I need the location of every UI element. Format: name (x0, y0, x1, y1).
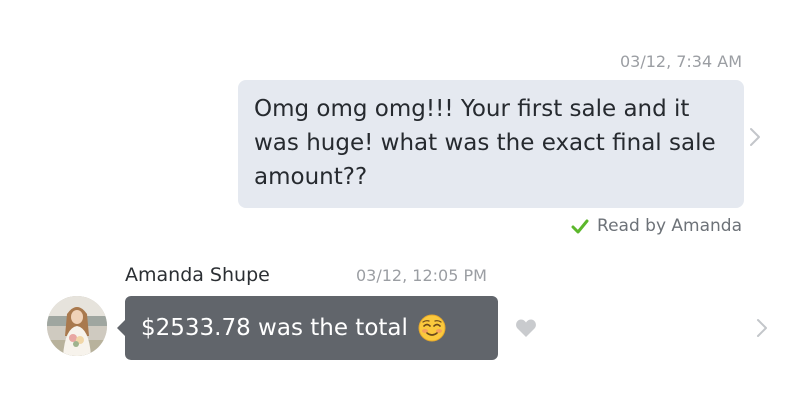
incoming-message-bubble[interactable]: $2533.78 was the total (117, 296, 498, 360)
outgoing-timestamp: 03/12, 7:34 AM (619, 52, 742, 71)
chevron-right-icon[interactable] (749, 127, 761, 147)
avatar[interactable] (47, 296, 107, 356)
heart-icon[interactable] (515, 318, 537, 338)
incoming-message-text: $2533.78 was the total (141, 315, 408, 341)
outgoing-message-text: Omg omg omg!!! Your first sale and it wa… (254, 96, 716, 190)
read-receipt-text: Read by Amanda (597, 216, 742, 236)
sender-name: Amanda Shupe (125, 264, 270, 286)
check-icon (571, 219, 589, 234)
chevron-right-icon[interactable] (756, 318, 768, 338)
outgoing-message-bubble[interactable]: Omg omg omg!!! Your first sale and it wa… (238, 80, 744, 208)
incoming-timestamp: 03/12, 12:05 PM (356, 266, 487, 285)
read-receipt: Read by Amanda (571, 216, 742, 236)
smiling-face-icon (418, 314, 446, 342)
